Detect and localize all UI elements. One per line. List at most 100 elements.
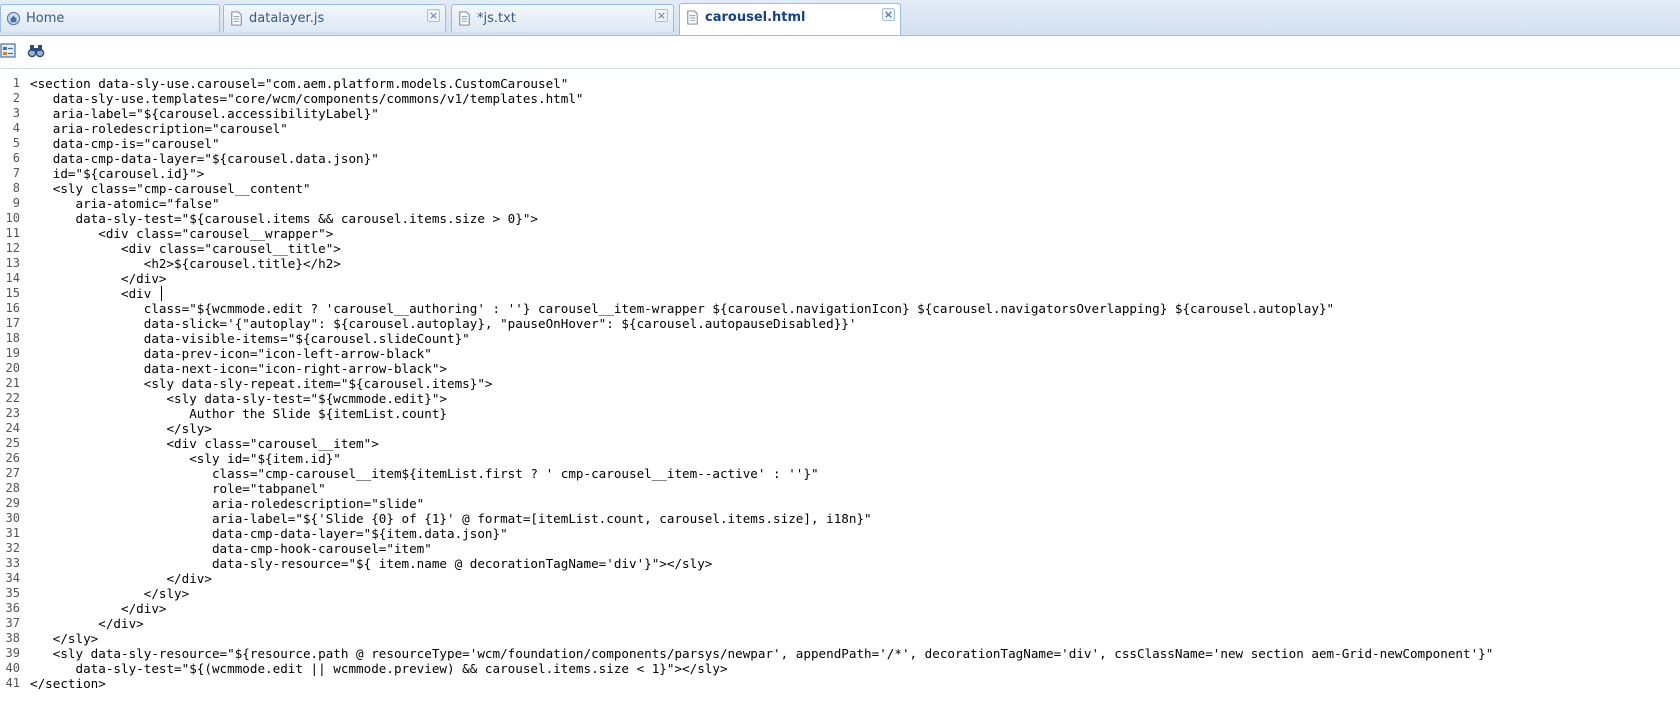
code-line[interactable]: 18 data-visible-items="${carousel.slideC…: [0, 331, 1680, 346]
code-line[interactable]: 38 </sly>: [0, 631, 1680, 646]
code-text[interactable]: <div class="carousel__wrapper">: [30, 226, 333, 241]
code-line[interactable]: 26 <sly id="${item.id}": [0, 451, 1680, 466]
code-line[interactable]: 41 </section>: [0, 676, 1680, 691]
code-text[interactable]: <h2>${carousel.title}</h2>: [30, 256, 341, 271]
code-line[interactable]: 14 </div>: [0, 271, 1680, 286]
code-line[interactable]: 32 data-cmp-hook-carousel="item": [0, 541, 1680, 556]
code-editor[interactable]: 1 <section data-sly-use.carousel="com.aem…: [0, 72, 1680, 708]
code-text[interactable]: data-cmp-data-layer="${carousel.data.jso…: [30, 151, 379, 166]
code-line[interactable]: 35 </sly>: [0, 586, 1680, 601]
code-line[interactable]: 30 aria-label="${'Slide {0} of {1}' @ fo…: [0, 511, 1680, 526]
code-text[interactable]: <sly id="${item.id}": [30, 451, 341, 466]
code-text[interactable]: Author the Slide ${itemList.count}: [30, 406, 447, 421]
code-text[interactable]: </sly>: [30, 631, 99, 646]
code-line[interactable]: 5 data-cmp-is="carousel": [0, 136, 1680, 151]
line-number: 16: [5, 301, 20, 315]
code-line[interactable]: 31 data-cmp-data-layer="${item.data.json…: [0, 526, 1680, 541]
code-line[interactable]: 11 <div class="carousel__wrapper">: [0, 226, 1680, 241]
code-line[interactable]: 23 Author the Slide ${itemList.count}: [0, 406, 1680, 421]
tab-home[interactable]: Home: [0, 4, 220, 32]
code-text[interactable]: data-sly-test="${carousel.items && carou…: [30, 211, 538, 226]
code-text[interactable]: </div>: [30, 616, 144, 631]
code-line[interactable]: 2 data-sly-use.templates="core/wcm/compo…: [0, 91, 1680, 106]
code-text[interactable]: data-visible-items="${carousel.slideCoun…: [30, 331, 470, 346]
line-number: 38: [5, 631, 20, 645]
code-text[interactable]: role="tabpanel": [30, 481, 326, 496]
code-line[interactable]: 28 role="tabpanel": [0, 481, 1680, 496]
code-text[interactable]: data-next-icon="icon-right-arrow-black">: [30, 361, 447, 376]
code-line[interactable]: 36 </div>: [0, 601, 1680, 616]
close-icon[interactable]: ×: [882, 8, 895, 21]
code-text[interactable]: data-prev-icon="icon-left-arrow-black": [30, 346, 432, 361]
code-text[interactable]: class="${wcmmode.edit ? 'carousel__autho…: [30, 301, 1334, 316]
code-line[interactable]: 20 data-next-icon="icon-right-arrow-blac…: [0, 361, 1680, 376]
tab-js-txt[interactable]: *js.txt ×: [451, 4, 674, 32]
code-text[interactable]: data-sly-use.templates="core/wcm/compone…: [30, 91, 584, 106]
code-line[interactable]: 12 <div class="carousel__title">: [0, 241, 1680, 256]
code-text[interactable]: class="cmp-carousel__item${itemList.firs…: [30, 466, 819, 481]
code-text[interactable]: <div class="carousel__title">: [30, 241, 341, 256]
code-line[interactable]: 8 <sly class="cmp-carousel__content": [0, 181, 1680, 196]
code-text[interactable]: data-cmp-is="carousel": [30, 136, 220, 151]
code-text[interactable]: data-sly-resource="${ item.name @ decora…: [30, 556, 712, 571]
code-text[interactable]: <div class="carousel__item">: [30, 436, 378, 451]
code-text[interactable]: data-cmp-hook-carousel="item": [30, 541, 432, 556]
code-line[interactable]: 25 <div class="carousel__item">: [0, 436, 1680, 451]
code-line[interactable]: 4 aria-roledescription="carousel": [0, 121, 1680, 136]
code-text[interactable]: </sly>: [30, 421, 212, 436]
code-line[interactable]: 19 data-prev-icon="icon-left-arrow-black…: [0, 346, 1680, 361]
code-text[interactable]: </div>: [30, 601, 167, 616]
code-line[interactable]: 7 id="${carousel.id}">: [0, 166, 1680, 181]
line-number: 10: [5, 211, 20, 225]
code-line[interactable]: 34 </div>: [0, 571, 1680, 586]
tab-label: Home: [26, 11, 65, 26]
code-text[interactable]: aria-atomic="false": [30, 196, 219, 211]
code-text[interactable]: data-sly-test="${(wcmmode.edit || wcmmod…: [30, 661, 727, 676]
tree-view-icon[interactable]: [0, 42, 18, 60]
code-line[interactable]: 22 <sly data-sly-test="${wcmmode.edit}">: [0, 391, 1680, 406]
code-line[interactable]: 27 class="cmp-carousel__item${itemList.f…: [0, 466, 1680, 481]
code-text[interactable]: <section data-sly-use.carousel="com.aem.…: [30, 76, 568, 91]
code-text[interactable]: aria-label="${carousel.accessibilityLabe…: [30, 106, 379, 121]
code-line[interactable]: 29 aria-roledescription="slide": [0, 496, 1680, 511]
tab-datalayer-js[interactable]: datalayer.js ×: [223, 4, 446, 32]
code-line[interactable]: 13 <h2>${carousel.title}</h2>: [0, 256, 1680, 271]
code-text[interactable]: </div>: [30, 571, 212, 586]
code-text[interactable]: <sly data-sly-resource="${resource.path …: [30, 646, 1494, 661]
code-text[interactable]: </div>: [30, 271, 167, 286]
code-line[interactable]: 37 </div>: [0, 616, 1680, 631]
code-line[interactable]: 6 data-cmp-data-layer="${carousel.data.j…: [0, 151, 1680, 166]
text-cursor: [161, 286, 162, 301]
code-line[interactable]: 1 <section data-sly-use.carousel="com.aem…: [0, 76, 1680, 91]
code-text[interactable]: </sly>: [30, 586, 190, 601]
tab-carousel-html[interactable]: carousel.html ×: [679, 3, 901, 35]
code-text[interactable]: data-cmp-data-layer="${item.data.json}": [30, 526, 508, 541]
code-text[interactable]: <sly class="cmp-carousel__content": [30, 181, 311, 196]
code-line[interactable]: 15 <div: [0, 286, 1680, 301]
code-line[interactable]: 9 aria-atomic="false": [0, 196, 1680, 211]
code-line[interactable]: 10 data-sly-test="${carousel.items && ca…: [0, 211, 1680, 226]
code-text[interactable]: aria-roledescription="slide": [30, 496, 424, 511]
code-text[interactable]: aria-roledescription="carousel": [30, 121, 288, 136]
code-line[interactable]: 24 </sly>: [0, 421, 1680, 436]
code-line[interactable]: 17 data-slick='{"autoplay": ${carousel.a…: [0, 316, 1680, 331]
code-text[interactable]: id="${carousel.id}">: [30, 166, 205, 181]
code-line[interactable]: 3 aria-label="${carousel.accessibilityLa…: [0, 106, 1680, 121]
code-line[interactable]: 40 data-sly-test="${(wcmmode.edit || wcm…: [0, 661, 1680, 676]
code-text[interactable]: aria-label="${'Slide {0} of {1}' @ forma…: [30, 511, 872, 526]
code-line[interactable]: 39 <sly data-sly-resource="${resource.pa…: [0, 646, 1680, 661]
line-number: 20: [5, 361, 20, 375]
code-line[interactable]: 33 data-sly-resource="${ item.name @ dec…: [0, 556, 1680, 571]
close-icon[interactable]: ×: [655, 9, 668, 22]
code-text[interactable]: <sly data-sly-test="${wcmmode.edit}">: [30, 391, 447, 406]
binoculars-icon[interactable]: [27, 42, 45, 60]
code-line[interactable]: 16 class="${wcmmode.edit ? 'carousel__au…: [0, 301, 1680, 316]
code-line[interactable]: 21 <sly data-sly-repeat.item="${carousel…: [0, 376, 1680, 391]
close-icon[interactable]: ×: [427, 9, 440, 22]
code-text[interactable]: <sly data-sly-repeat.item="${carousel.it…: [30, 376, 493, 391]
line-number: 17: [5, 316, 20, 330]
code-text[interactable]: data-slick='{"autoplay": ${carousel.auto…: [30, 316, 857, 331]
code-text[interactable]: <div: [30, 286, 151, 301]
line-number: 25: [5, 436, 20, 450]
code-text[interactable]: </section>: [30, 676, 106, 691]
